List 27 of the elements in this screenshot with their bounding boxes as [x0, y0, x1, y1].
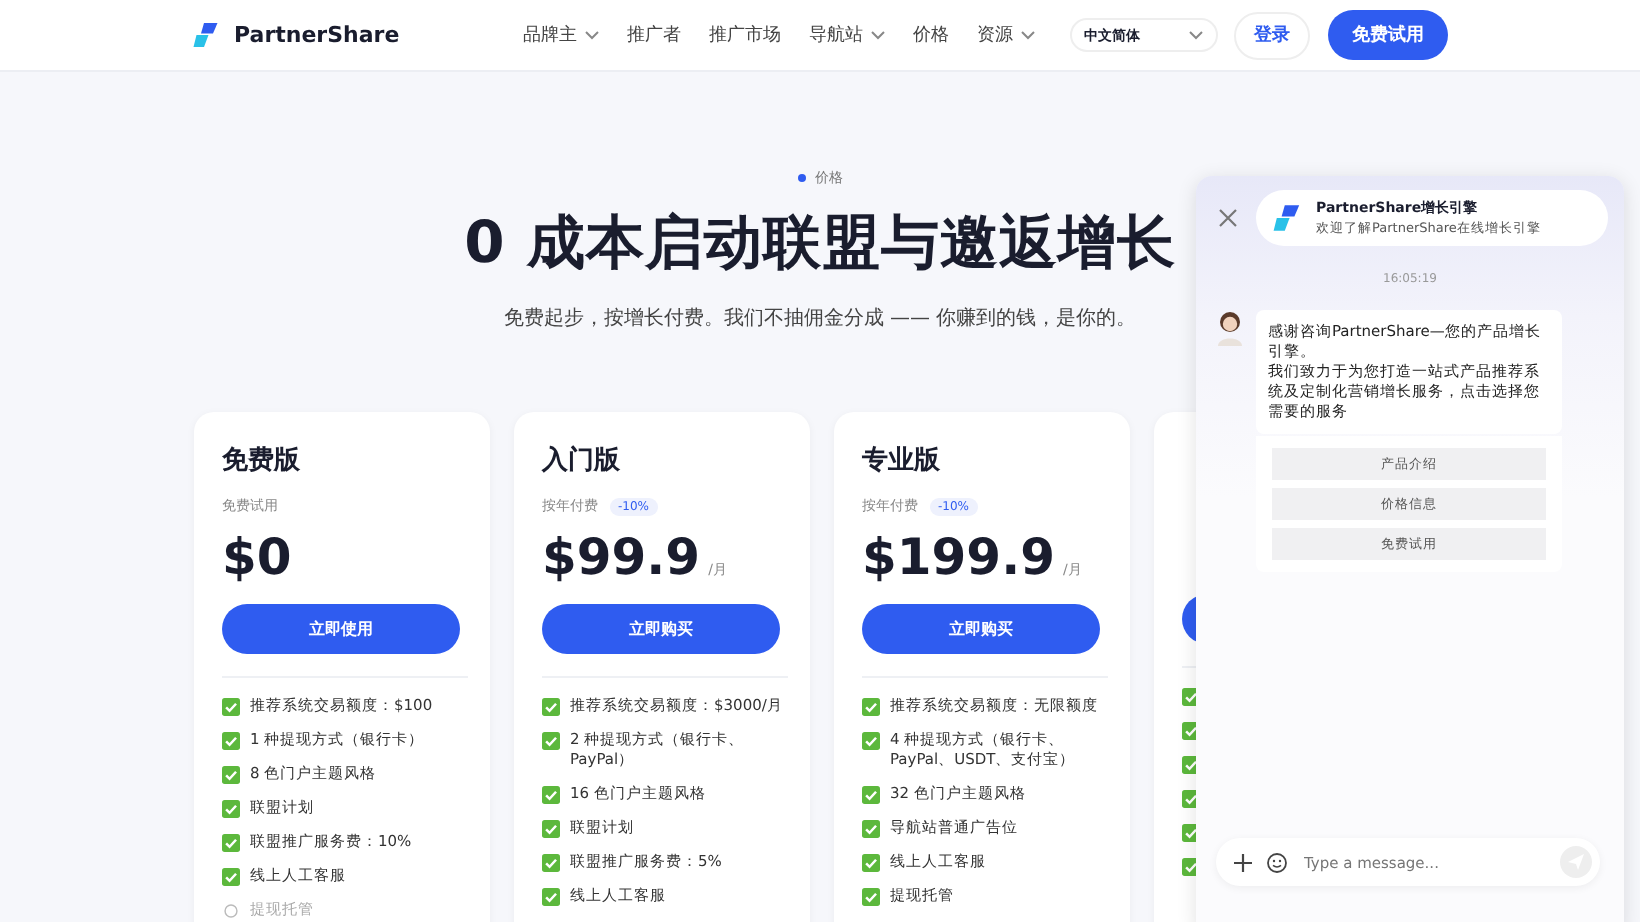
nav-link[interactable]: 推广市场 [709, 22, 782, 48]
plan-button[interactable]: 立即购买 [542, 604, 780, 654]
plan-button[interactable]: 立即使用 [222, 604, 460, 654]
plan-price: $199.9 [862, 528, 1055, 586]
plan-title: 专业版 [862, 446, 940, 476]
plan-button[interactable]: 立即购买 [862, 604, 1100, 654]
close-icon[interactable] [1216, 206, 1240, 230]
nav-link[interactable]: 品牌主 [523, 22, 600, 48]
page-title: 0 成本启动联盟与邀返增长 [464, 206, 1176, 280]
page-subtitle: 免费起步，按增长付费。我们不抽佣金分成 —— 你赚到的钱，是你的。 [503, 305, 1137, 332]
login-button[interactable]: 登录 [1234, 11, 1310, 59]
signup-button[interactable]: 免费试用 [1328, 10, 1448, 60]
plan-title: 免费版 [222, 446, 300, 476]
nav-link[interactable]: 导航站 [809, 22, 886, 48]
plan-title: 入门版 [542, 446, 620, 476]
plan-price: $99.9 [542, 528, 701, 586]
plus-icon[interactable] [1232, 851, 1254, 873]
plan-price: $0 [222, 528, 292, 586]
logo-icon [192, 20, 222, 50]
smiley-icon[interactable] [1266, 851, 1288, 873]
brand-name[interactable]: PartnerShare [234, 22, 400, 48]
chevron-down-icon [1188, 30, 1204, 40]
nav-link[interactable]: 推广者 [627, 22, 682, 48]
nav-link[interactable]: 价格 [913, 22, 950, 48]
logo-icon [1272, 202, 1304, 234]
nav-link[interactable]: 资源 [977, 22, 1036, 48]
avatar-icon [1216, 310, 1244, 346]
